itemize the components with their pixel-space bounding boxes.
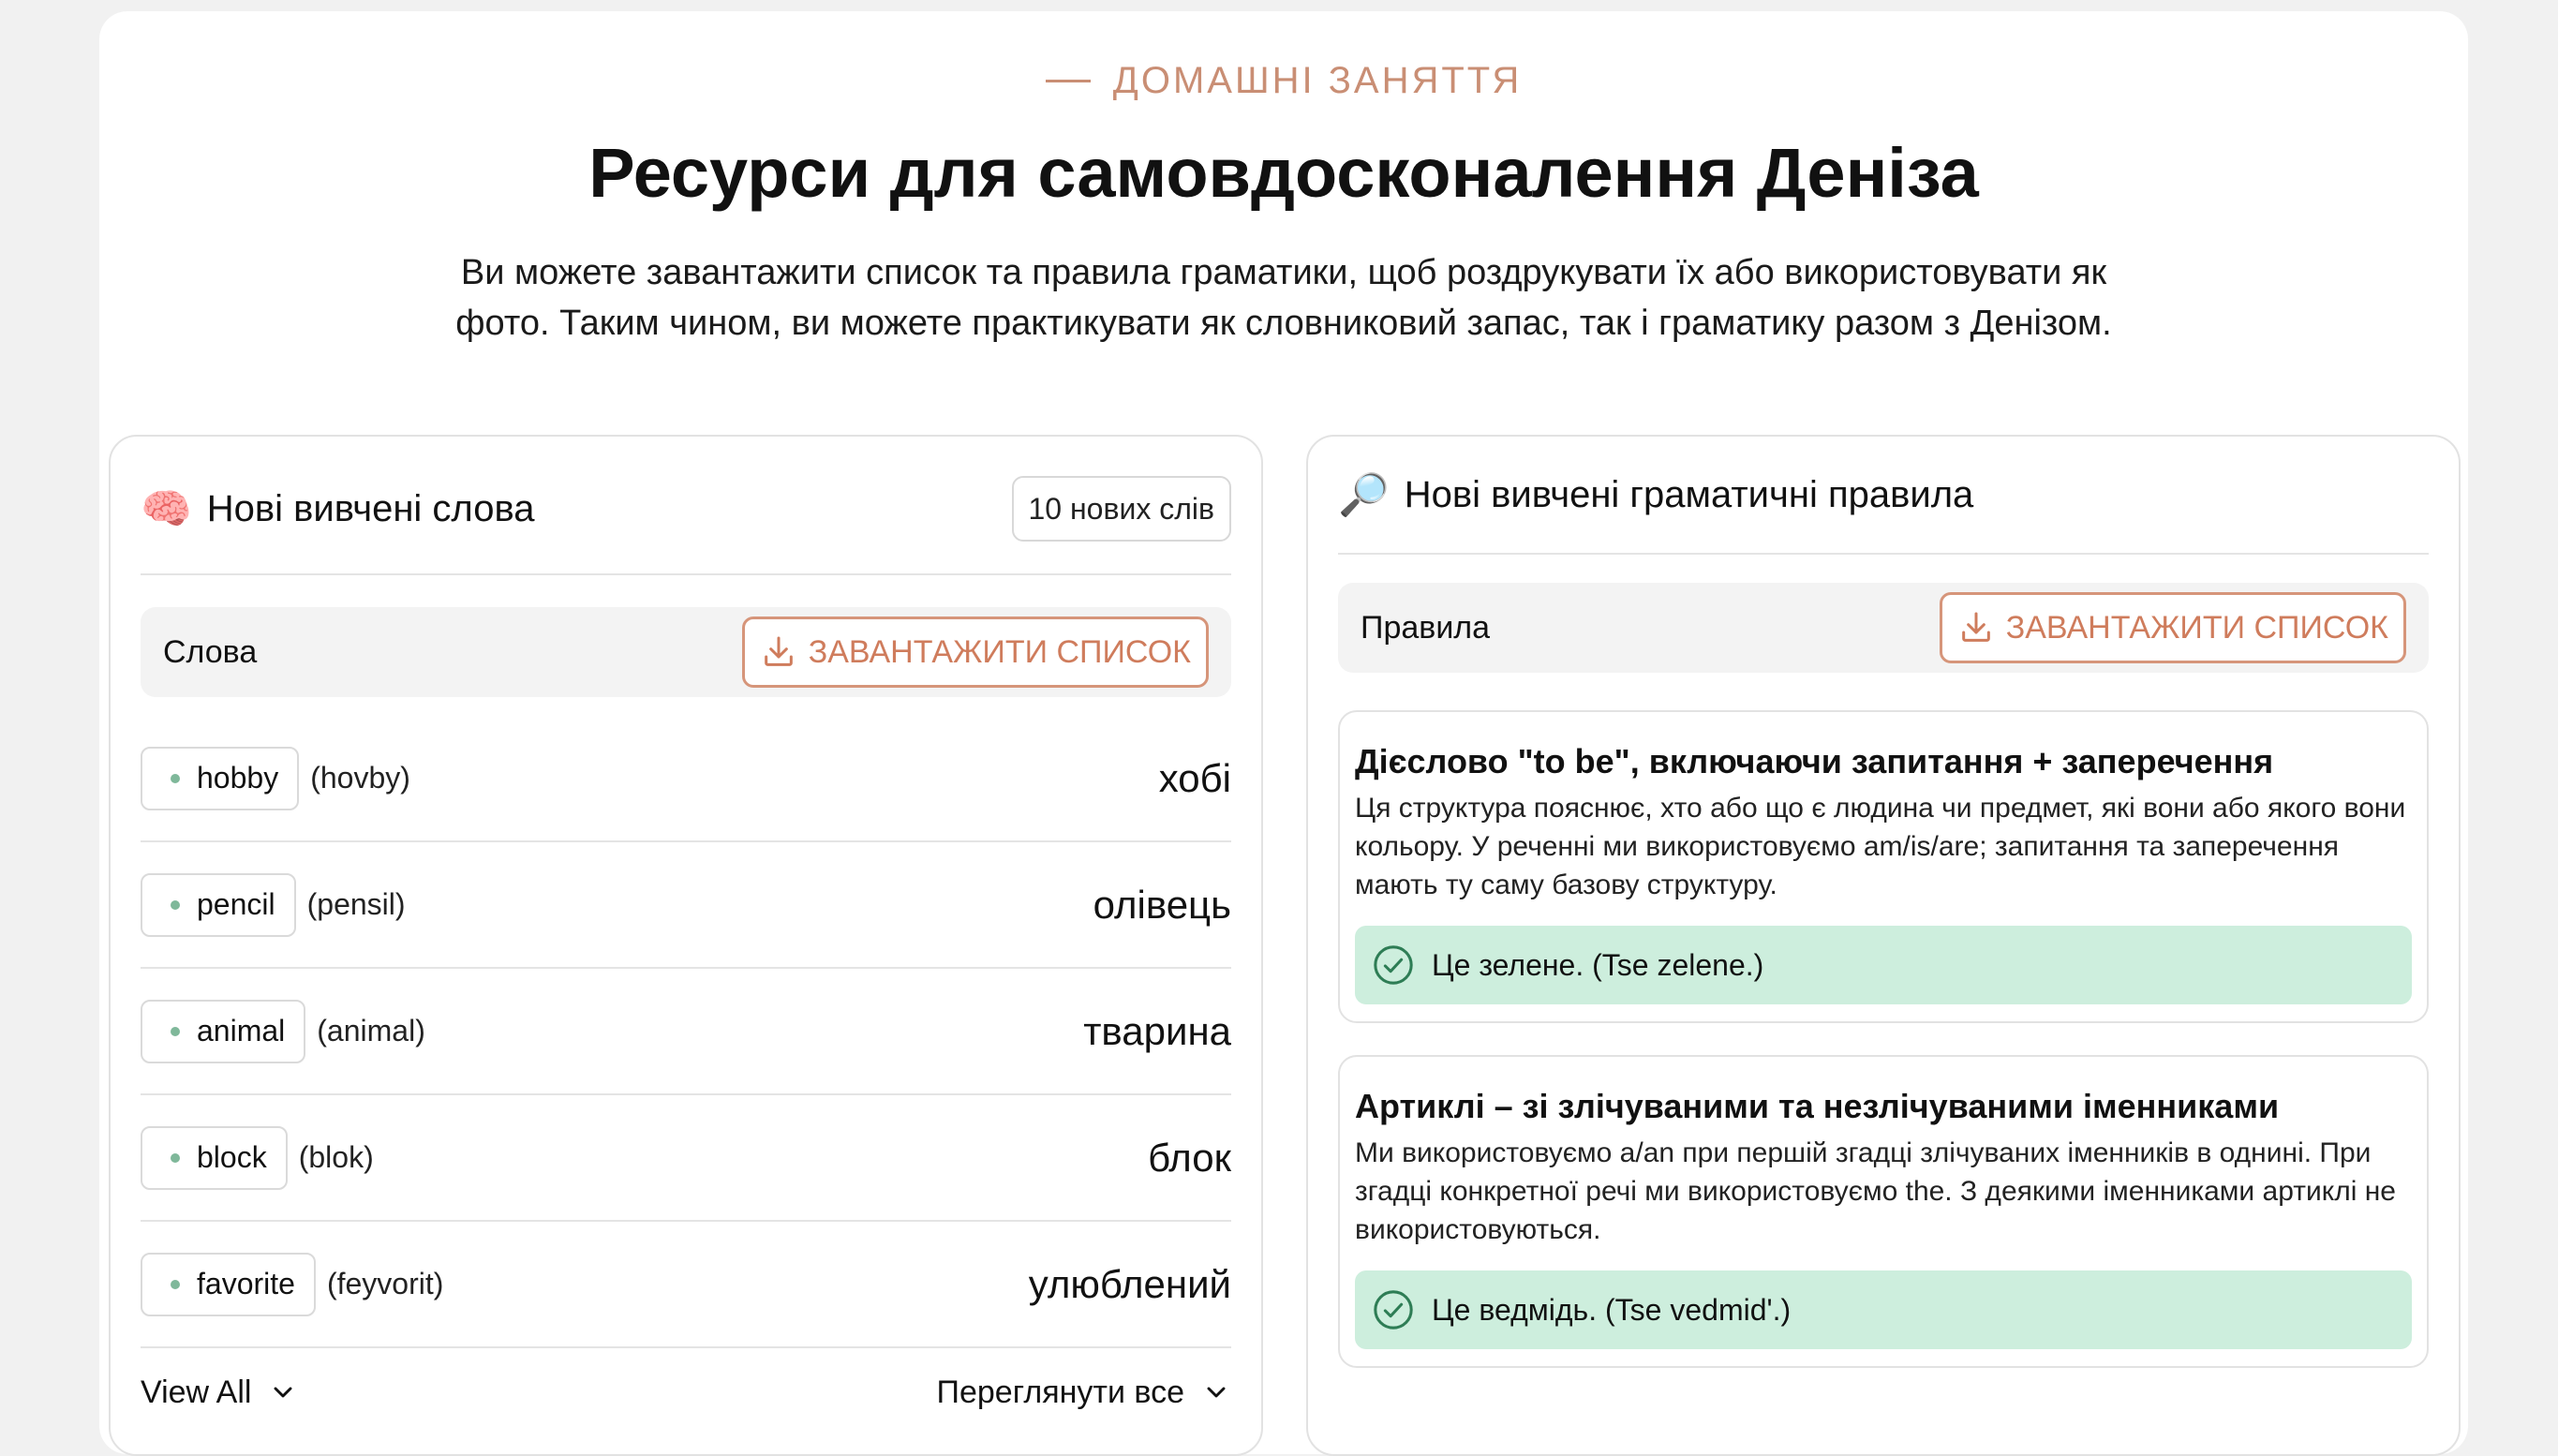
word-translation: хобі [1158,755,1231,800]
magnifier-icon: 🔎 [1338,472,1390,518]
rule-description: Ми використовуємо a/an при першій згадці… [1355,1137,2396,1245]
rule-title: Дієслово "to be", включаючи запитання + … [1355,742,2274,780]
check-circle-icon [1374,945,1413,985]
word-pronunciation: (hovby) [310,761,410,795]
download-icon [764,636,793,666]
word-row: animal (animal) тварина [141,969,1231,1095]
divider [1338,553,2429,555]
bullet-dot [171,1152,180,1163]
homework-page: ДОМАШНІ ЗАНЯТТЯ Ресурси для самовдоскона… [99,11,2468,1456]
bullet-dot [171,1279,180,1289]
view-all-uk-link[interactable]: Переглянути все [937,1374,1231,1411]
view-all-uk-label: Переглянути все [936,1374,1184,1410]
word-chip[interactable]: animal [141,999,306,1063]
eyebrow-text: ДОМАШНІ ЗАНЯТТЯ [1112,60,1523,101]
download-words-label: ЗАВАНТАЖИТИ СПИСОК [808,633,1191,670]
word-row: pencil (pensil) олівець [141,842,1231,969]
new-words-count-badge: 10 нових слів [1011,476,1231,542]
page-title: Ресурси для самовдосконалення Деніза [588,134,1979,212]
word-pronunciation: (blok) [298,1140,374,1174]
page-subtitle: Ви можете завантажити список та правила … [455,253,2112,343]
word-chip[interactable]: pencil [141,872,296,937]
bullet-dot [171,899,180,910]
word-text: block [197,1140,267,1174]
words-card-header: 🧠 Нові вивчені слова 10 нових слів [141,476,1231,542]
download-rules-button[interactable]: ЗАВАНТАЖИТИ СПИСОК [1939,592,2406,663]
view-all-label: View All [141,1374,252,1410]
grammar-card-title: Нові вивчені граматичні правила [1404,473,1974,515]
grammar-rule-card: Дієслово "to be", включаючи запитання + … [1338,710,2429,1023]
rule-description: Ця структура пояснює, хто або що є людин… [1355,793,2406,900]
word-row: favorite (feyvorit) улюблений [141,1222,1231,1348]
word-text: pencil [197,887,275,921]
rules-toolbar: Правила ЗАВАНТАЖИТИ СПИСОК [1338,583,2429,673]
word-chip[interactable]: block [141,1125,288,1190]
grammar-rules-card: 🔎 Нові вивчені граматичні правила Правил… [1306,435,2461,1456]
word-pronunciation: (animal) [317,1014,425,1047]
rule-example: Це зелене. (Tse zelene.) [1355,926,2412,1004]
grammar-rule-card: Артиклі – зі злічуваними та незлічуваним… [1338,1055,2429,1368]
rule-example: Це ведмідь. (Tse vedmid'.) [1355,1270,2412,1349]
divider [141,573,1231,575]
brain-icon: 🧠 [141,486,192,532]
bullet-dot [171,1026,180,1036]
words-card-footer: View All Переглянути все [141,1364,1231,1420]
words-card-title: Нові вивчені слова [206,487,535,529]
word-translation: тварина [1083,1008,1231,1053]
word-translation: олівець [1093,882,1231,927]
bullet-dot [171,773,180,783]
download-icon [1961,612,1990,642]
rules-bar-label: Правила [1361,609,1491,646]
grammar-card-header: 🔎 Нові вивчені граматичні правила [1338,467,2429,523]
rule-title: Артиклі – зі злічуваними та незлічуваним… [1355,1087,2280,1125]
word-text: animal [197,1014,286,1047]
section-eyebrow: ДОМАШНІ ЗАНЯТТЯ [99,60,2468,102]
chevron-down-icon [274,1387,292,1398]
word-translation: блок [1148,1135,1231,1180]
word-text: hobby [197,761,279,795]
word-pronunciation: (pensil) [306,887,406,921]
download-words-button[interactable]: ЗАВАНТАЖИТИ СПИСОК [741,617,1209,688]
eyebrow-dash [1045,80,1091,82]
rule-example-text: Це зелене. (Tse zelene.) [1432,947,1764,982]
rule-example-text: Це ведмідь. (Tse vedmid'.) [1432,1292,1792,1327]
check-circle-icon [1374,1290,1413,1330]
word-translation: улюблений [1028,1261,1231,1306]
word-row: hobby (hovby) хобі [141,716,1231,842]
words-bar-label: Слова [163,633,258,670]
word-row: block (blok) блок [141,1095,1231,1222]
word-text: favorite [197,1267,295,1300]
new-words-card: 🧠 Нові вивчені слова 10 нових слів Слова… [109,435,1263,1456]
word-chip[interactable]: hobby [141,746,300,810]
word-pronunciation: (feyvorit) [326,1267,444,1300]
download-rules-label: ЗАВАНТАЖИТИ СПИСОК [2005,609,2388,646]
word-chip[interactable]: favorite [141,1252,316,1316]
words-toolbar: Слова ЗАВАНТАЖИТИ СПИСОК [141,607,1231,697]
view-all-link[interactable]: View All [141,1374,298,1411]
chevron-down-icon [1207,1387,1226,1398]
